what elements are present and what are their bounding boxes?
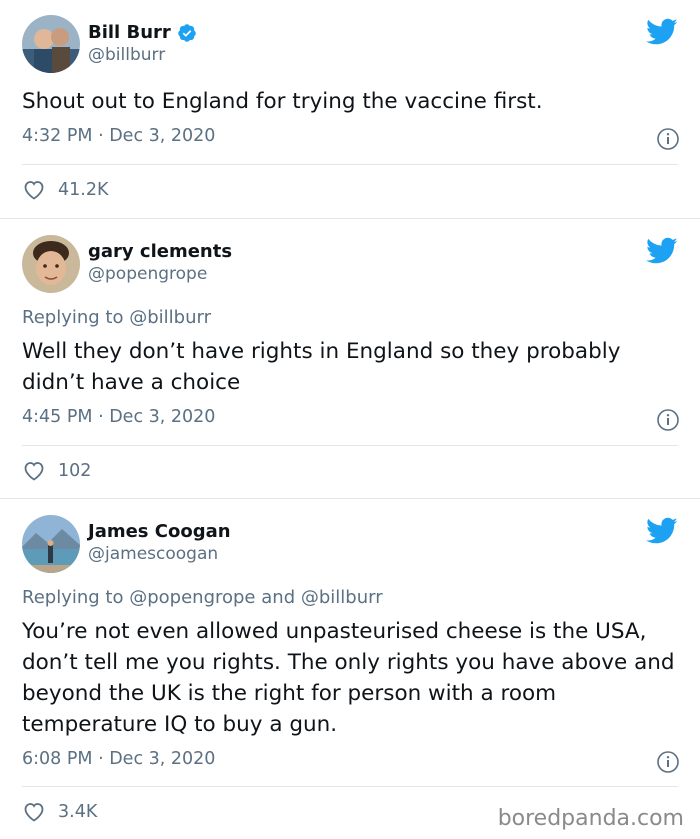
mention-link[interactable]: @billburr bbox=[129, 307, 211, 328]
divider bbox=[22, 786, 678, 787]
replying-join: and bbox=[261, 587, 296, 608]
avatar[interactable] bbox=[22, 235, 80, 293]
like-count: 3.4K bbox=[58, 802, 98, 822]
tweet-card: gary clements @popengrope Replying to @b… bbox=[0, 218, 700, 498]
info-icon[interactable] bbox=[656, 408, 680, 432]
info-icon[interactable] bbox=[656, 127, 680, 151]
like-button[interactable]: 102 bbox=[22, 459, 91, 483]
replying-to: Replying to @popengrope and @billburr bbox=[22, 587, 383, 608]
handle[interactable]: @jamescoogan bbox=[88, 544, 218, 564]
display-name[interactable]: James Coogan bbox=[88, 521, 231, 542]
like-count: 41.2K bbox=[58, 180, 109, 200]
replying-prefix: Replying to bbox=[22, 307, 124, 328]
display-name[interactable]: gary clements bbox=[88, 241, 232, 262]
tweet-card: Bill Burr @billburr Shout out to England… bbox=[0, 0, 700, 218]
divider bbox=[22, 164, 678, 165]
info-icon[interactable] bbox=[656, 750, 680, 774]
twitter-bird-icon[interactable] bbox=[646, 237, 678, 265]
like-count: 102 bbox=[58, 461, 92, 481]
twitter-bird-icon[interactable] bbox=[646, 18, 678, 46]
like-button[interactable]: 41.2K bbox=[22, 178, 108, 202]
tweet-card: James Coogan @jamescoogan Replying to @p… bbox=[0, 498, 700, 839]
timestamp[interactable]: 4:45 PM · Dec 3, 2020 bbox=[22, 407, 215, 427]
tweet-text: Well they don’t have rights in England s… bbox=[22, 339, 621, 395]
replying-prefix: Replying to bbox=[22, 587, 124, 608]
divider bbox=[22, 445, 678, 446]
display-name[interactable]: Bill Burr bbox=[88, 22, 171, 43]
mention-link[interactable]: @popengrope bbox=[129, 587, 255, 608]
tweet-text: You’re not even allowed unpasteurised ch… bbox=[22, 619, 675, 737]
twitter-bird-icon[interactable] bbox=[646, 517, 678, 545]
avatar[interactable] bbox=[22, 515, 80, 573]
like-button[interactable]: 3.4K bbox=[22, 800, 97, 824]
heart-icon bbox=[24, 462, 44, 481]
timestamp[interactable]: 6:08 PM · Dec 3, 2020 bbox=[22, 749, 215, 769]
handle[interactable]: @billburr bbox=[88, 45, 165, 65]
mention-link[interactable]: @billburr bbox=[301, 587, 383, 608]
avatar[interactable] bbox=[22, 15, 80, 73]
watermark: boredpanda.com bbox=[497, 806, 684, 831]
tweet-text: Shout out to England for trying the vacc… bbox=[22, 89, 543, 114]
replying-to: Replying to @billburr bbox=[22, 307, 211, 328]
heart-icon bbox=[24, 181, 44, 200]
handle[interactable]: @popengrope bbox=[88, 264, 207, 284]
timestamp[interactable]: 4:32 PM · Dec 3, 2020 bbox=[22, 126, 215, 146]
heart-icon bbox=[24, 803, 44, 822]
verified-badge-icon bbox=[178, 23, 196, 42]
